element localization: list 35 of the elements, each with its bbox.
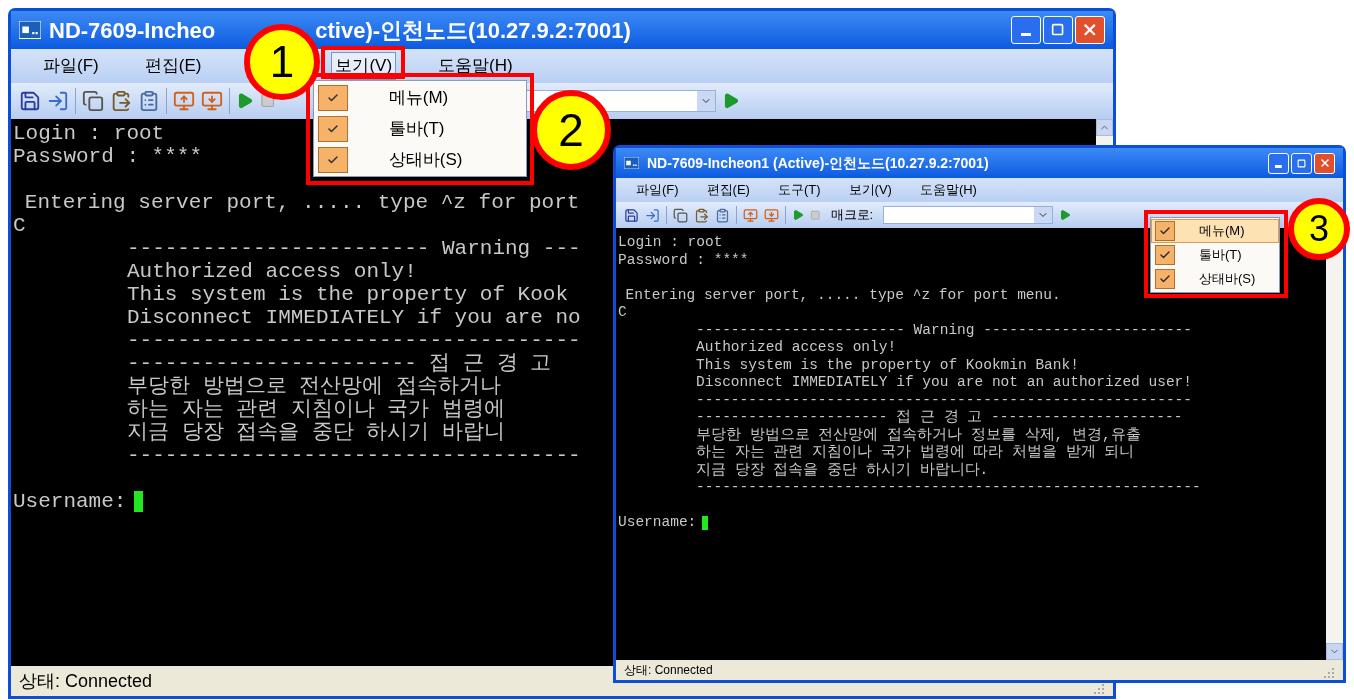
terminal-line: 지금 당장 접속을 중단 하시기 바랍니다. bbox=[696, 461, 989, 478]
terminal-line: Password : **** bbox=[618, 251, 749, 268]
terminal-line: Authorized access only! bbox=[126, 260, 417, 283]
terminal-line: 부당한 방법으로 전산망에 접속하거나 정보를 삭제, 변경,유출 bbox=[696, 426, 1141, 443]
terminal-line: Disconnect IMMEDIATELY if you are no bbox=[126, 306, 581, 329]
terminal-line: ----------------------- 접 근 경 고 bbox=[126, 352, 552, 375]
terminal-line: --------------------------------------------------------- bbox=[696, 391, 1193, 408]
status-text: 상태: Connected bbox=[19, 669, 153, 693]
terminal-line: ------------------------ Warning --- bbox=[126, 237, 581, 260]
terminal-line: This system is the property of Kook bbox=[126, 283, 568, 306]
terminal-line: Login : root bbox=[13, 122, 165, 145]
terminal-line: ---------------------- 접 근 경 고 ---------------------- bbox=[696, 409, 1183, 425]
terminal-line: 하는 자는 관련 지침이나 국가 법령에 따라 처벌을 받게 되니 bbox=[696, 444, 1135, 460]
terminal-prompt: Username: bbox=[13, 490, 127, 513]
macro-label: 매크로: bbox=[830, 206, 874, 225]
status-text: 상태: Connected bbox=[624, 662, 713, 679]
terminal-line: Entering server port, ..... type ^z for port menu. bbox=[625, 286, 1061, 303]
terminal-line: Disconnect IMMEDIATELY if you are not an authorized user! bbox=[696, 374, 1193, 390]
terminal-line: C bbox=[618, 304, 627, 320]
window-title: ND-7609-Incheo bbox=[49, 16, 216, 45]
terminal-line: Authorized access only! bbox=[696, 339, 897, 355]
terminal-line: C bbox=[13, 214, 26, 237]
terminal-line: ------------------------------------ bbox=[126, 444, 581, 467]
terminal-line: Entering server port, ..... type ^z for port bbox=[24, 191, 580, 214]
terminal-line: ------------------------ Warning ------------------------ bbox=[696, 321, 1193, 338]
window-title: ND-7609-Incheon1 (Active)-인천노드(10.27.9.2:7001) bbox=[647, 153, 989, 173]
terminal-line: ------------------------------------ bbox=[126, 329, 581, 352]
terminal-prompt: Username: bbox=[618, 514, 697, 532]
terminal-line: This system is the property of Kookmin Bank! bbox=[696, 356, 1079, 373]
terminal-line: Login : root bbox=[618, 234, 723, 250]
terminal-line: Password : **** bbox=[13, 145, 203, 168]
terminal-line: ---------------------------------------------------------- bbox=[696, 479, 1201, 495]
terminal-line: 지금 당장 접속을 중단 하시기 바랍니 bbox=[126, 421, 505, 444]
terminal-line: 부당한 방법으로 전산망에 접속하거나 bbox=[126, 375, 501, 398]
terminal-line: 하는 자는 관련 지침이나 국가 법령에 bbox=[126, 398, 505, 421]
